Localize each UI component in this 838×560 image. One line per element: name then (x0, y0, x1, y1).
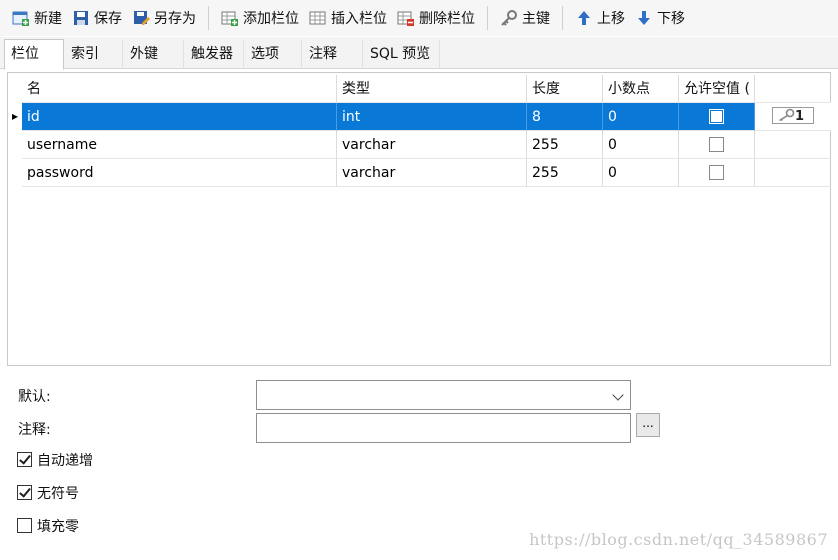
unsigned-checkbox[interactable] (17, 485, 32, 500)
add-column-label: 添加栏位 (243, 11, 299, 27)
cell-type[interactable]: varchar (337, 159, 527, 187)
cell-not-null[interactable] (679, 159, 755, 187)
not-null-checkbox[interactable] (709, 137, 724, 152)
cell-key[interactable] (755, 131, 831, 159)
comment-input[interactable] (256, 413, 631, 443)
insert-column-button[interactable]: 插入栏位 (305, 4, 391, 32)
not-null-checkbox[interactable] (709, 165, 724, 180)
toolbar-separator (562, 6, 563, 30)
add-column-button[interactable]: 添加栏位 (217, 4, 303, 32)
column-header-not-null[interactable]: 允许空值 ( (679, 75, 755, 103)
comment-ellipsis-button[interactable]: ... (636, 413, 660, 437)
tab-triggers[interactable]: 触发器 (185, 40, 244, 69)
save-as-icon (132, 9, 150, 27)
key-icon (500, 9, 518, 27)
zerofill-label: 填充零 (37, 519, 79, 535)
toolbar-separator (487, 6, 488, 30)
toolbar: 新建 保存 另存为 添加栏位 插入栏位 删除栏位 主键 上移 下移 (0, 0, 838, 36)
not-null-checkbox[interactable] (709, 109, 724, 124)
cell-decimals[interactable]: 0 (603, 103, 679, 131)
move-down-button[interactable]: 下移 (631, 4, 689, 32)
column-header-name[interactable]: 名 (22, 75, 337, 103)
arrow-down-icon (635, 9, 653, 27)
current-row-arrow-icon: ▸ (12, 109, 19, 123)
key-order: 1 (795, 109, 805, 124)
cell-not-null[interactable] (679, 131, 755, 159)
save-as-label: 另存为 (154, 11, 196, 27)
move-up-button[interactable]: 上移 (571, 4, 629, 32)
delete-column-icon (397, 9, 415, 27)
cell-decimals[interactable]: 0 (603, 159, 679, 187)
default-label: 默认: (18, 389, 51, 405)
auto-increment-label: 自动递增 (37, 453, 93, 469)
fields-grid: 名 类型 长度 小数点 允许空值 ( ▸ id int 8 0 1 userna… (7, 72, 831, 366)
cell-name[interactable]: username (22, 131, 337, 159)
tab-fields[interactable]: 栏位 (4, 39, 64, 70)
insert-column-label: 插入栏位 (331, 11, 387, 27)
arrow-up-icon (575, 9, 593, 27)
column-header-decimals[interactable]: 小数点 (603, 75, 679, 103)
tab-foreign-keys[interactable]: 外键 (124, 40, 184, 69)
new-label: 新建 (34, 11, 62, 27)
delete-column-button[interactable]: 删除栏位 (393, 4, 479, 32)
tab-options[interactable]: 选项 (245, 40, 302, 69)
chevron-down-icon (612, 389, 624, 401)
cell-not-null[interactable] (679, 103, 755, 131)
tab-sql-preview[interactable]: SQL 预览 (364, 40, 440, 69)
tab-comment[interactable]: 注释 (303, 40, 363, 69)
auto-increment-checkbox[interactable] (17, 452, 32, 467)
insert-column-icon (309, 9, 327, 27)
cell-name[interactable]: password (22, 159, 337, 187)
column-header-length[interactable]: 长度 (527, 75, 603, 103)
toolbar-separator (208, 6, 209, 30)
save-button[interactable]: 保存 (68, 4, 126, 32)
default-select[interactable] (256, 380, 631, 410)
primary-key-badge: 1 (772, 107, 814, 124)
move-down-label: 下移 (657, 11, 685, 27)
cell-length[interactable]: 255 (527, 159, 603, 187)
save-label: 保存 (94, 11, 122, 27)
cell-decimals[interactable]: 0 (603, 131, 679, 159)
save-as-button[interactable]: 另存为 (128, 4, 200, 32)
column-header-key (755, 75, 831, 103)
new-table-icon (12, 9, 30, 27)
tab-indexes[interactable]: 索引 (65, 40, 123, 69)
zerofill-checkbox[interactable] (17, 518, 32, 533)
new-button[interactable]: 新建 (8, 4, 66, 32)
comment-label: 注释: (18, 422, 51, 438)
delete-column-label: 删除栏位 (419, 11, 475, 27)
move-up-label: 上移 (597, 11, 625, 27)
key-icon (777, 108, 795, 125)
column-header-type[interactable]: 类型 (337, 75, 527, 103)
save-icon (72, 9, 90, 27)
watermark-text: https://blog.csdn.net/qq_34589867 (529, 530, 828, 549)
primary-key-button[interactable]: 主键 (496, 4, 554, 32)
cell-key[interactable] (755, 159, 831, 187)
tab-bar: 栏位 索引 外键 触发器 选项 注释 SQL 预览 (0, 37, 838, 70)
cell-type[interactable]: int (337, 103, 527, 131)
primary-key-label: 主键 (522, 11, 550, 27)
add-column-icon (221, 9, 239, 27)
cell-name[interactable]: id (22, 103, 337, 131)
cell-type[interactable]: varchar (337, 131, 527, 159)
cell-length[interactable]: 8 (527, 103, 603, 131)
unsigned-label: 无符号 (37, 486, 79, 502)
cell-length[interactable]: 255 (527, 131, 603, 159)
